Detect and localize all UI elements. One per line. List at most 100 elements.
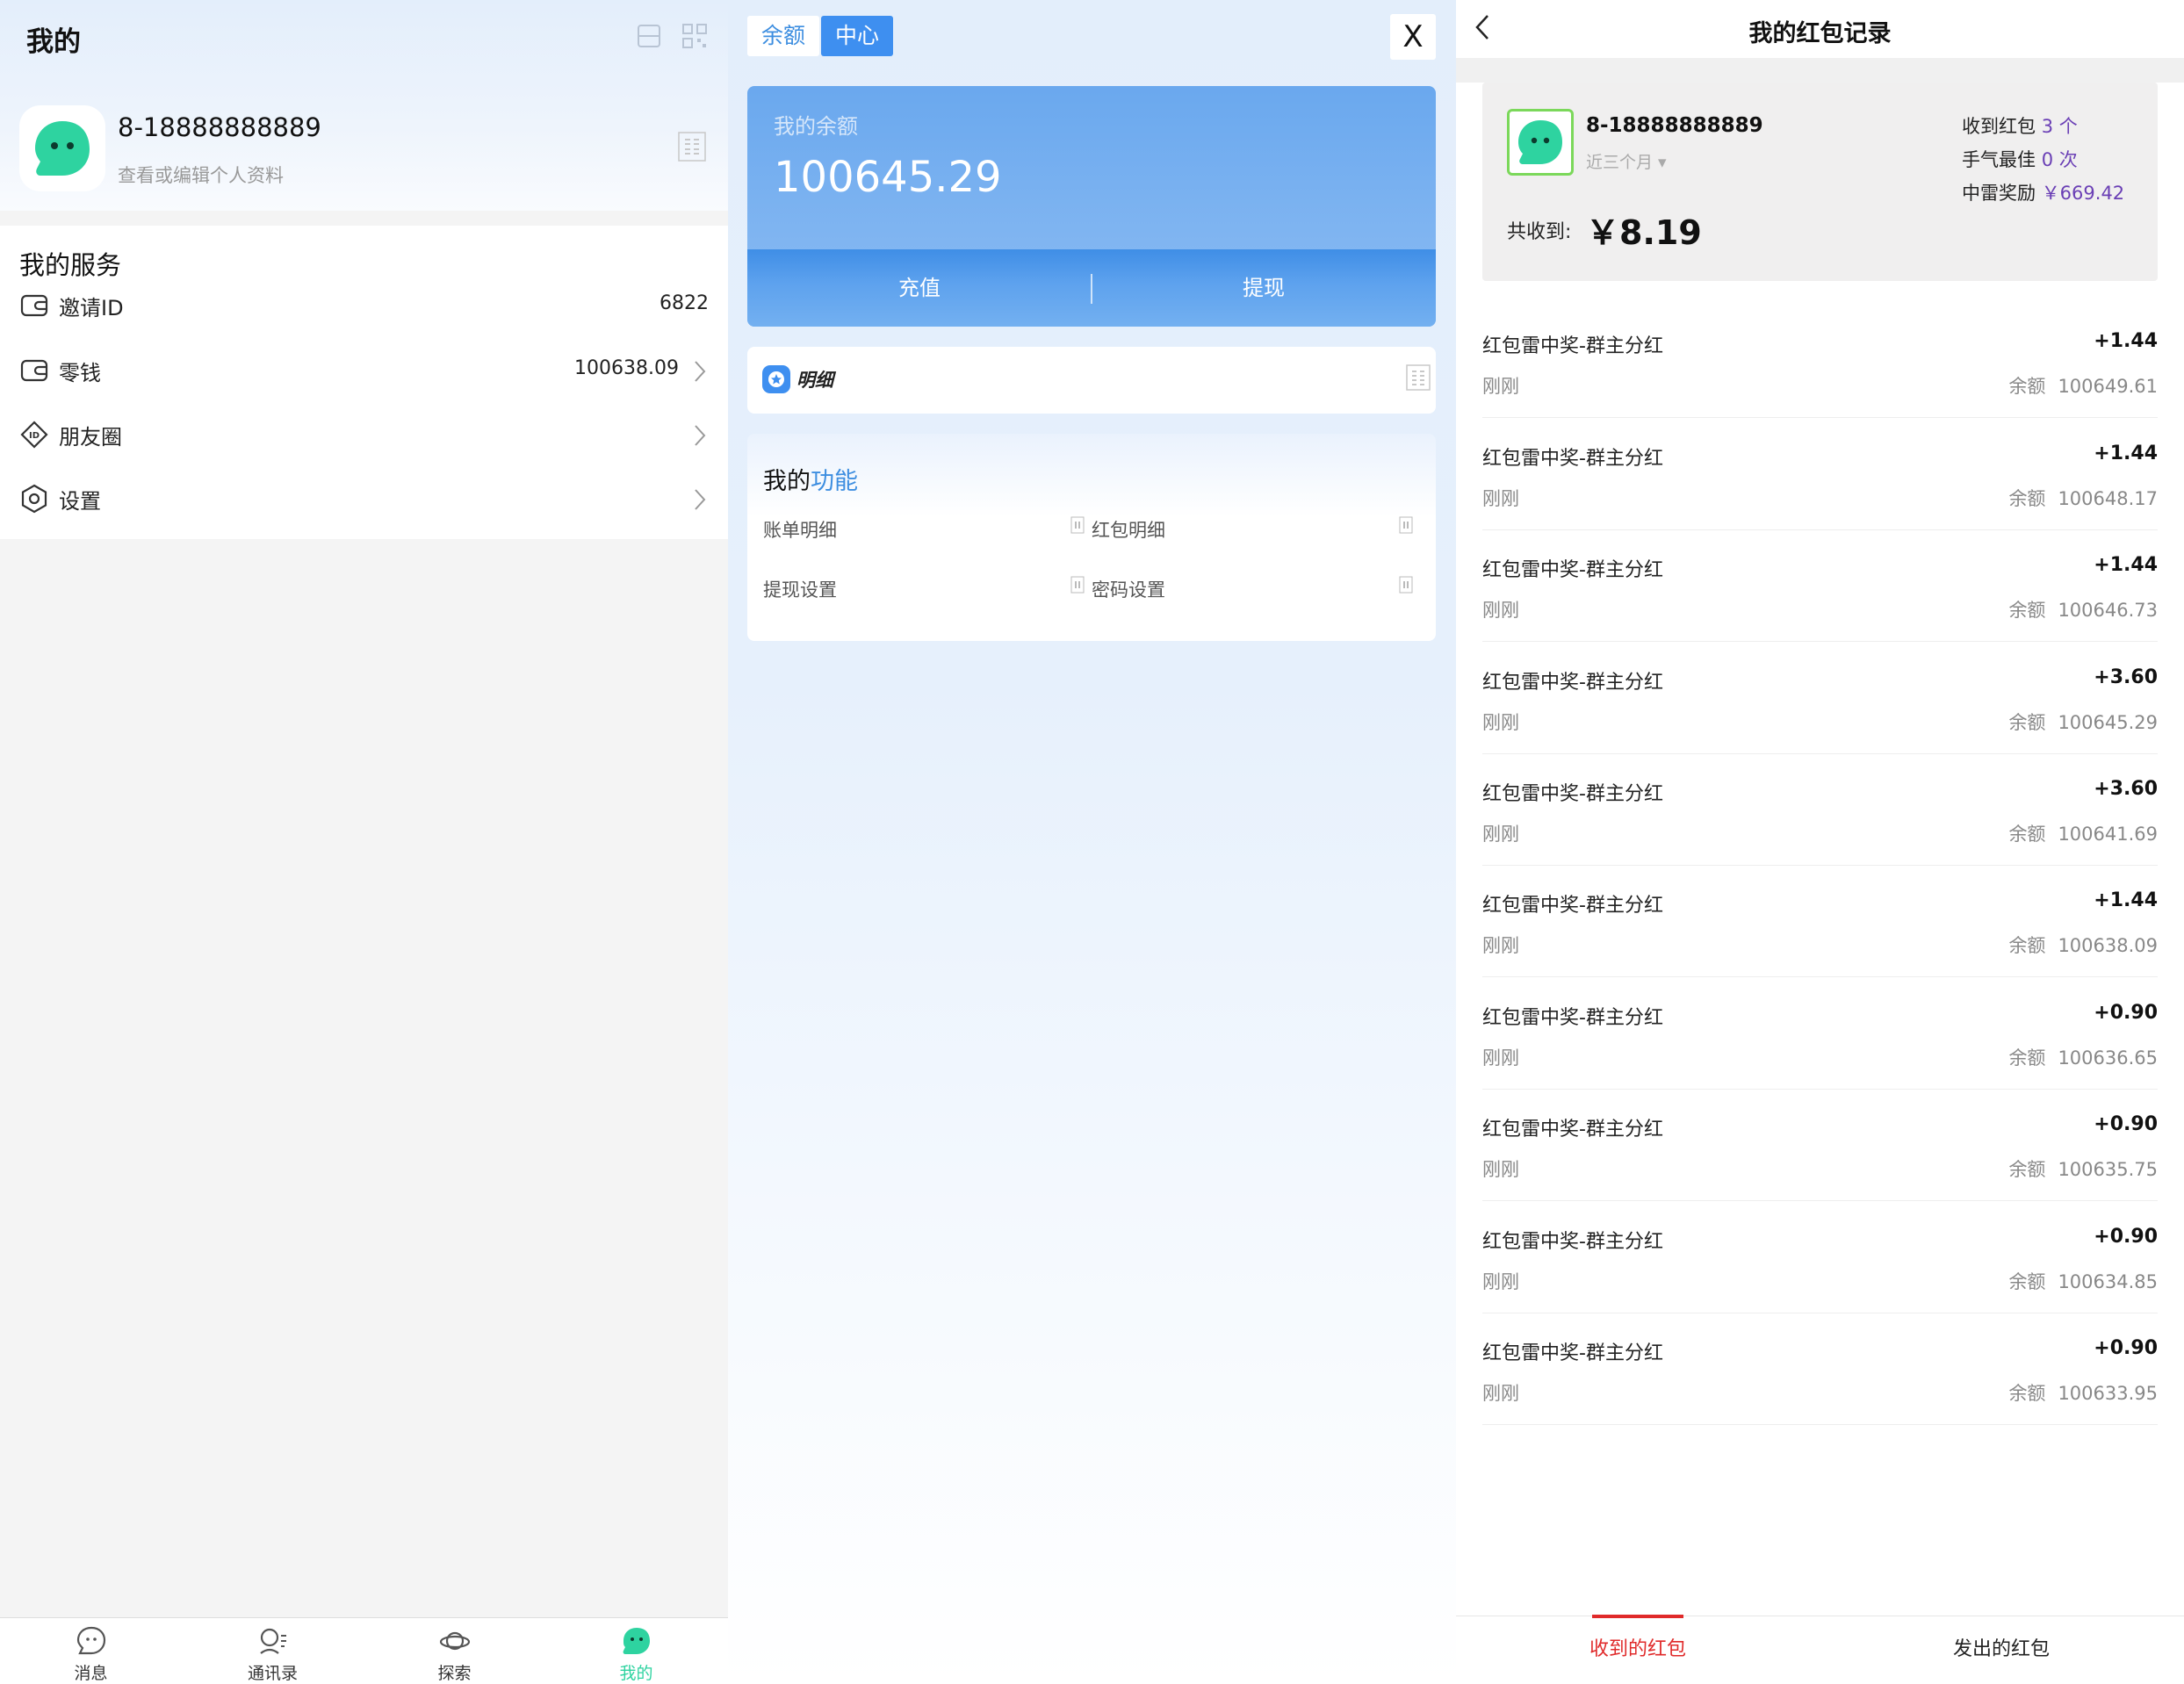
functions-title: 我的功能	[763, 462, 858, 496]
list-item[interactable]: 红包雷中奖-群主分红 +1.44 刚刚 余额 100648.17	[1482, 418, 2158, 530]
tab-label: 探索	[437, 1664, 472, 1683]
record-title: 红包雷中奖-群主分红	[1482, 335, 1663, 357]
qrcode-icon[interactable]	[680, 21, 710, 51]
mascot-icon	[35, 121, 90, 176]
switch-balance[interactable]: 余额	[747, 16, 820, 56]
period-dropdown[interactable]: 近三个月 ▾	[1586, 149, 1667, 173]
profile-qrcode-icon[interactable]	[678, 132, 706, 162]
record-title: 红包雷中奖-群主分红	[1482, 559, 1663, 581]
service-label: 零钱	[59, 361, 101, 385]
balance-card: 我的余额 100645.29 充值 提现	[747, 86, 1436, 327]
detail-label: 明细	[796, 370, 833, 391]
list-item[interactable]: 红包雷中奖-群主分红 +0.90 刚刚 余额 100634.85	[1482, 1201, 2158, 1313]
balance-value: 100646.73	[2058, 600, 2158, 621]
record-time: 刚刚	[1482, 1159, 1519, 1180]
record-balance: 余额 100641.69	[2008, 820, 2158, 846]
record-amount: +0.90	[2094, 1002, 2158, 1024]
mascot-icon	[1518, 120, 1562, 164]
record-title: 红包雷中奖-群主分红	[1482, 1231, 1663, 1253]
list-item[interactable]: 红包雷中奖-群主分红 +3.60 刚刚 余额 100645.29	[1482, 642, 2158, 754]
balance-label: 余额	[2008, 824, 2046, 845]
list-item[interactable]: 红包雷中奖-群主分红 +1.44 刚刚 余额 100646.73	[1482, 529, 2158, 642]
list-item[interactable]: 红包雷中奖-群主分红 +0.90 刚刚 余额 100635.75	[1482, 1089, 2158, 1201]
balance-label: 余额	[2008, 712, 2046, 733]
record-balance: 余额 100638.09	[2008, 932, 2158, 958]
service-row-moments[interactable]: ID 朋友圈	[0, 409, 728, 462]
summary-card: 8-18888888889 近三个月 ▾ 共收到: ￥8.19 收到红包 3 个…	[1482, 83, 2158, 281]
record-amount: +3.60	[2094, 666, 2158, 688]
mascot-icon	[623, 1628, 650, 1654]
grid-icon	[1399, 516, 1413, 534]
record-amount: +1.44	[2094, 330, 2158, 352]
stat-label: 手气最佳	[1962, 149, 2036, 170]
balance-label: 余额	[2008, 1383, 2046, 1404]
grid-icon	[1399, 576, 1413, 594]
balance-value: 100635.75	[2058, 1159, 2158, 1180]
recharge-button[interactable]: 充值	[747, 249, 1092, 327]
list-item[interactable]: 红包雷中奖-群主分红 +3.60 刚刚 余额 100641.69	[1482, 753, 2158, 866]
balance-value: 100649.61	[2058, 376, 2158, 397]
wallet-panel: 余额 中心 X 我的余额 100645.29 充值 提现 明细 我的功能 账单明…	[728, 0, 1456, 1684]
record-amount: +1.44	[2094, 443, 2158, 464]
service-value: 6822	[660, 292, 709, 314]
avatar[interactable]	[19, 105, 105, 191]
record-balance: 余额 100634.85	[2008, 1268, 2158, 1294]
func-password-settings[interactable]: 密码设置	[1092, 576, 1165, 602]
chevron-right-icon	[695, 361, 706, 382]
detail-row[interactable]: 明细	[747, 347, 1436, 414]
user-name: 8-18888888889	[1586, 114, 1763, 137]
func-redpacket-detail[interactable]: 红包明细	[1092, 516, 1165, 543]
wallet-icon	[20, 359, 48, 382]
balance-actions: 充值 提现	[747, 249, 1436, 327]
stat-received: 收到红包 3 个	[1962, 112, 2078, 139]
stat-label: 中雷奖励	[1962, 183, 2036, 204]
record-balance: 余额 100645.29	[2008, 709, 2158, 735]
stat-value: ￥669.42	[2041, 183, 2125, 204]
tab-received[interactable]: 收到的红包	[1456, 1615, 1820, 1684]
list-item[interactable]: 红包雷中奖-群主分红 +1.44 刚刚 余额 100638.09	[1482, 865, 2158, 977]
chevron-right-icon	[695, 489, 706, 510]
close-button[interactable]: X	[1390, 14, 1436, 60]
stat-best-luck: 手气最佳 0 次	[1962, 146, 2078, 172]
contacts-icon	[260, 1628, 286, 1654]
functions-title-b: 功能	[811, 468, 858, 495]
list-item[interactable]: 红包雷中奖-群主分红 +1.44 刚刚 余额 100649.61	[1482, 306, 2158, 418]
record-time: 刚刚	[1482, 712, 1519, 733]
balance-label: 余额	[2008, 488, 2046, 509]
qrcode-icon[interactable]	[1406, 364, 1431, 391]
record-time: 刚刚	[1482, 1383, 1519, 1404]
record-time: 刚刚	[1482, 824, 1519, 845]
tab-label: 消息	[74, 1664, 108, 1683]
list-item[interactable]: 红包雷中奖-群主分红 +0.90 刚刚 余额 100633.95	[1482, 1313, 2158, 1425]
record-title: 红包雷中奖-群主分红	[1482, 672, 1663, 694]
balance-value: 100645.29	[2058, 712, 2158, 733]
tab-contacts[interactable]: 通讯录	[182, 1618, 364, 1684]
switch-center[interactable]: 中心	[821, 16, 894, 56]
grid-icon	[1070, 576, 1085, 594]
func-bill-detail[interactable]: 账单明细	[763, 516, 837, 543]
stat-mine-reward: 中雷奖励 ￥669.42	[1962, 179, 2124, 205]
tab-messages[interactable]: 消息	[0, 1618, 182, 1684]
page-title: 我的	[26, 26, 81, 58]
balance-label: 余额	[2008, 1159, 2046, 1180]
scan-icon[interactable]	[634, 21, 664, 51]
tab-explore[interactable]: 探索	[364, 1618, 545, 1684]
star-badge-icon	[762, 365, 790, 393]
withdraw-button[interactable]: 提现	[1092, 249, 1436, 327]
service-label: 朋友圈	[59, 425, 122, 450]
functions-title-a: 我的	[763, 468, 811, 495]
record-balance: 余额 100633.95	[2008, 1379, 2158, 1406]
service-row-settings[interactable]: 设置	[0, 473, 728, 526]
record-amount: +1.44	[2094, 554, 2158, 576]
service-row-change[interactable]: 零钱 100638.09	[0, 345, 728, 398]
list-item[interactable]: 红包雷中奖-群主分红 +0.90 刚刚 余额 100636.65	[1482, 977, 2158, 1090]
functions-section: 我的功能 账单明细 红包明细 提现设置 密码设置	[747, 434, 1436, 641]
tab-sent[interactable]: 发出的红包	[1820, 1616, 2183, 1684]
func-withdraw-settings[interactable]: 提现设置	[763, 576, 837, 602]
service-label: 邀请ID	[59, 296, 124, 320]
me-panel: 我的 8-18888888889 查看或编辑个人资料 我的服务 邀请ID 682…	[0, 0, 728, 1684]
service-row-invite-id[interactable]: 邀请ID 6822	[0, 280, 728, 333]
edit-profile-link[interactable]: 查看或编辑个人资料	[118, 162, 284, 188]
record-title: 红包雷中奖-群主分红	[1482, 895, 1663, 917]
tab-me[interactable]: 我的	[545, 1618, 727, 1684]
